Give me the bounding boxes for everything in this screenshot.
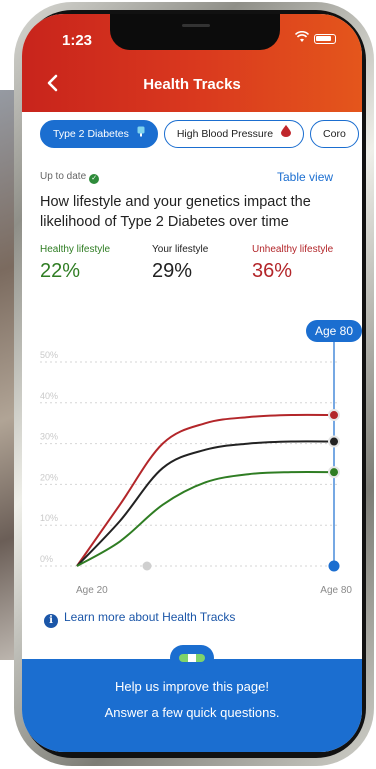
chart-heading: How lifestyle and your genetics impact t… <box>40 194 311 230</box>
y-tick-label: 20% <box>40 472 58 482</box>
series-endpoint-your-lifestyle <box>330 437 338 446</box>
info-icon: i <box>44 614 58 628</box>
status-time: 1:23 <box>62 32 93 49</box>
chip-label: Type 2 Diabetes <box>53 128 129 140</box>
chip-type-2-diabetes[interactable]: Type 2 Diabetes <box>40 120 158 148</box>
series-endpoint-healthy-lifestyle <box>330 468 338 477</box>
feedback-subtitle: Answer a few quick questions. <box>104 705 280 720</box>
condition-chips: Type 2 Diabetes High Blood Pressure Coro <box>40 120 362 150</box>
age-marker-label: Age 80 <box>315 324 353 338</box>
stat-unhealthy-value: 36% <box>252 260 293 282</box>
stat-yours-value: 29% <box>152 260 193 282</box>
feedback-title: Help us improve this page! <box>115 679 269 694</box>
page-title: Health Tracks <box>143 76 241 93</box>
stat-yours: Your lifestyle 29% <box>152 244 208 283</box>
age-start-dot <box>142 561 152 571</box>
stat-healthy-label: Healthy lifestyle <box>40 244 111 255</box>
age-slider-handle <box>328 560 340 572</box>
series-line-healthy-lifestyle <box>76 471 335 567</box>
feedback-banner[interactable]: Help us improve this page! Answer a few … <box>22 645 362 752</box>
stat-unhealthy-label: Unhealthy lifestyle <box>252 244 334 255</box>
up-to-date-label: Up to date <box>40 171 87 182</box>
chip-high-blood-pressure[interactable]: High Blood Pressure <box>163 120 305 148</box>
table-view-link[interactable]: Table view <box>277 170 333 184</box>
chip-coro[interactable]: Coro <box>310 120 359 148</box>
glucose-meter-icon <box>137 122 145 148</box>
y-tick-label: 30% <box>40 432 58 442</box>
notch <box>110 14 280 50</box>
stat-healthy-value: 22% <box>40 260 81 282</box>
blood-drop-icon <box>281 122 292 148</box>
stat-healthy: Healthy lifestyle 22% <box>40 244 110 283</box>
series-endpoint-unhealthy-lifestyle <box>330 411 338 420</box>
app-header: 1:23 Health Tracks <box>22 14 362 112</box>
stat-yours-label: Your lifestyle <box>152 244 209 255</box>
series-line-your-lifestyle <box>76 440 335 567</box>
app-screen: 1:23 Health Tracks Type 2 Diabetes High … <box>22 14 362 752</box>
y-tick-label: 40% <box>40 391 58 401</box>
speaker <box>182 24 210 27</box>
x-axis-label-start: Age 20 <box>76 585 108 596</box>
risk-line-chart: 0% 10% 20% 30% 40% 50% Age 80 Age 20 Age 80 <box>40 320 362 596</box>
pill-icon <box>179 654 205 662</box>
chip-label: High Blood Pressure <box>176 128 274 140</box>
check-icon: ✓ <box>89 174 100 184</box>
y-tick-label: 0% <box>40 554 53 564</box>
stat-unhealthy: Unhealthy lifestyle 36% <box>252 244 333 283</box>
wifi-icon <box>294 30 310 46</box>
chip-label: Coro <box>323 128 346 140</box>
x-axis-label-end: Age 80 <box>320 585 352 596</box>
learn-more-label: Learn more about Health Tracks <box>64 610 236 624</box>
up-to-date-status: Up to date ✓ <box>40 171 100 184</box>
battery-icon <box>314 34 336 44</box>
y-tick-label: 10% <box>40 513 58 523</box>
chat-bubble-icon <box>170 645 214 674</box>
learn-more-link[interactable]: i Learn more about Health Tracks <box>44 610 235 628</box>
y-tick-label: 50% <box>40 350 58 360</box>
